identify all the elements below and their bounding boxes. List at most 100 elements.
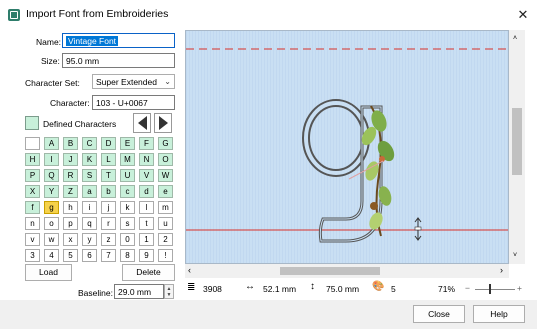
load-button[interactable]: Load bbox=[25, 264, 72, 281]
prev-character-button[interactable] bbox=[133, 113, 151, 133]
scroll-up-icon[interactable]: ˄ bbox=[513, 35, 517, 42]
move-cursor-icon bbox=[414, 217, 422, 241]
char-cell[interactable]: 6 bbox=[82, 249, 97, 262]
close-button[interactable]: Close bbox=[413, 305, 465, 323]
zoom-in-button[interactable]: + bbox=[517, 283, 522, 293]
charset-select[interactable]: Super Extended ⌄ bbox=[92, 74, 175, 89]
palette-icon: 🎨 bbox=[372, 281, 385, 292]
char-cell[interactable]: N bbox=[139, 153, 154, 166]
vertical-scrollbar[interactable]: ˄ ˅ bbox=[509, 30, 525, 264]
char-cell[interactable]: Y bbox=[44, 185, 59, 198]
character-input[interactable]: 103 - U+0067 bbox=[92, 95, 175, 110]
char-cell[interactable]: J bbox=[63, 153, 78, 166]
char-cell[interactable]: s bbox=[120, 217, 135, 230]
char-cell[interactable]: G bbox=[158, 137, 173, 150]
char-cell[interactable]: 7 bbox=[101, 249, 116, 262]
char-cell[interactable]: l bbox=[139, 201, 154, 214]
defined-characters-label: Defined Characters bbox=[43, 119, 117, 129]
scroll-left-icon[interactable]: ‹ bbox=[188, 265, 191, 275]
design-height: 75.0 mm bbox=[326, 284, 360, 294]
char-cell[interactable] bbox=[25, 137, 40, 150]
char-cell[interactable]: H bbox=[25, 153, 40, 166]
char-cell[interactable]: 3 bbox=[25, 249, 40, 262]
char-cell[interactable]: B bbox=[63, 137, 78, 150]
chevron-down-icon: ⌄ bbox=[164, 77, 171, 86]
arrow-left-icon bbox=[137, 116, 147, 130]
size-input[interactable]: 95.0 mm bbox=[62, 53, 175, 68]
char-cell[interactable]: b bbox=[101, 185, 116, 198]
char-cell[interactable]: 4 bbox=[44, 249, 59, 262]
char-cell[interactable]: W bbox=[158, 169, 173, 182]
char-cell[interactable]: 0 bbox=[120, 233, 135, 246]
scroll-right-icon[interactable]: › bbox=[500, 265, 503, 275]
char-cell[interactable]: i bbox=[82, 201, 97, 214]
char-cell[interactable]: d bbox=[139, 185, 154, 198]
char-cell[interactable]: m bbox=[158, 201, 173, 214]
char-cell[interactable]: K bbox=[82, 153, 97, 166]
baseline-stepper[interactable]: ▲ ▼ bbox=[164, 284, 174, 299]
char-cell[interactable]: S bbox=[82, 169, 97, 182]
char-cell[interactable]: c bbox=[120, 185, 135, 198]
app-icon bbox=[8, 9, 20, 21]
title-bar: Import Font from Embroideries ✕ bbox=[0, 0, 537, 30]
zoom-out-button[interactable]: − bbox=[465, 283, 470, 293]
delete-button[interactable]: Delete bbox=[122, 264, 175, 281]
char-cell[interactable]: 5 bbox=[63, 249, 78, 262]
char-cell[interactable]: g bbox=[44, 201, 59, 214]
char-cell[interactable]: L bbox=[101, 153, 116, 166]
char-cell[interactable]: F bbox=[139, 137, 154, 150]
vertical-scroll-thumb[interactable] bbox=[512, 108, 522, 175]
char-cell[interactable]: o bbox=[44, 217, 59, 230]
char-cell[interactable]: M bbox=[120, 153, 135, 166]
char-cell[interactable]: R bbox=[63, 169, 78, 182]
char-cell[interactable]: 2 bbox=[158, 233, 173, 246]
char-cell[interactable]: u bbox=[158, 217, 173, 230]
height-arrow-icon: ↕ bbox=[310, 281, 315, 292]
char-cell[interactable]: r bbox=[101, 217, 116, 230]
char-cell[interactable]: a bbox=[82, 185, 97, 198]
horizontal-scrollbar[interactable]: ‹ › bbox=[185, 264, 509, 278]
char-cell[interactable]: j bbox=[101, 201, 116, 214]
char-cell[interactable]: P bbox=[25, 169, 40, 182]
char-cell[interactable]: k bbox=[120, 201, 135, 214]
char-cell[interactable]: h bbox=[63, 201, 78, 214]
char-cell[interactable]: y bbox=[82, 233, 97, 246]
horizontal-scroll-thumb[interactable] bbox=[280, 267, 380, 275]
char-cell[interactable]: x bbox=[63, 233, 78, 246]
close-icon[interactable]: ✕ bbox=[514, 6, 532, 24]
char-cell[interactable]: A bbox=[44, 137, 59, 150]
char-cell[interactable]: 9 bbox=[139, 249, 154, 262]
name-input[interactable]: Vintage Font bbox=[62, 33, 175, 48]
char-cell[interactable]: ! bbox=[158, 249, 173, 262]
char-cell[interactable]: U bbox=[120, 169, 135, 182]
baseline-input[interactable]: 29.0 mm bbox=[114, 284, 164, 299]
char-cell[interactable]: 1 bbox=[139, 233, 154, 246]
char-cell[interactable]: 8 bbox=[120, 249, 135, 262]
help-button[interactable]: Help bbox=[473, 305, 525, 323]
next-character-button[interactable] bbox=[154, 113, 172, 133]
char-cell[interactable]: I bbox=[44, 153, 59, 166]
char-cell[interactable]: D bbox=[101, 137, 116, 150]
char-cell[interactable]: Q bbox=[44, 169, 59, 182]
char-cell[interactable]: w bbox=[44, 233, 59, 246]
char-cell[interactable]: C bbox=[82, 137, 97, 150]
char-cell[interactable]: T bbox=[101, 169, 116, 182]
design-canvas[interactable] bbox=[185, 30, 509, 264]
char-cell[interactable]: z bbox=[101, 233, 116, 246]
zoom-slider-thumb[interactable] bbox=[489, 284, 491, 294]
stitch-count: 3908 bbox=[203, 284, 222, 294]
scroll-down-icon[interactable]: ˅ bbox=[513, 252, 517, 259]
char-cell[interactable]: n bbox=[25, 217, 40, 230]
char-cell[interactable]: e bbox=[158, 185, 173, 198]
char-cell[interactable]: p bbox=[63, 217, 78, 230]
char-cell[interactable]: O bbox=[158, 153, 173, 166]
char-cell[interactable]: Z bbox=[63, 185, 78, 198]
char-cell[interactable]: X bbox=[25, 185, 40, 198]
zoom-slider[interactable] bbox=[475, 289, 515, 290]
char-cell[interactable]: t bbox=[139, 217, 154, 230]
char-cell[interactable]: V bbox=[139, 169, 154, 182]
char-cell[interactable]: q bbox=[82, 217, 97, 230]
char-cell[interactable]: f bbox=[25, 201, 40, 214]
char-cell[interactable]: v bbox=[25, 233, 40, 246]
char-cell[interactable]: E bbox=[120, 137, 135, 150]
